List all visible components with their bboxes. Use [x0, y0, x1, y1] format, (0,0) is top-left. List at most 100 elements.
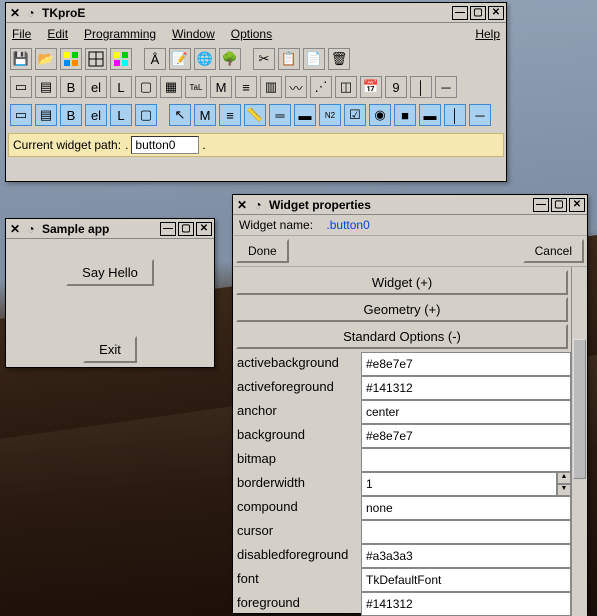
prop-input[interactable] [361, 568, 571, 592]
done-button[interactable]: Done [236, 239, 289, 263]
prop-input[interactable] [361, 496, 571, 520]
open-icon[interactable]: 📂 [35, 48, 57, 70]
widget-name-bar: Widget name: .button0 [233, 215, 587, 236]
prop-input[interactable] [361, 544, 571, 568]
widget-l-icon[interactable]: L [110, 76, 132, 98]
prop-input[interactable] [361, 520, 571, 544]
sel-stop-icon[interactable]: ■ [394, 104, 416, 126]
sel-ruler-icon[interactable]: 📏 [244, 104, 266, 126]
cancel-button[interactable]: Cancel [523, 239, 584, 263]
sel-arrow-icon[interactable]: ↖ [169, 104, 191, 126]
scrollbar[interactable] [571, 267, 587, 616]
widget-el-icon[interactable]: el [85, 76, 107, 98]
widget-m-icon[interactable]: M [210, 76, 232, 98]
widget-hslider-icon[interactable]: ─ [435, 76, 457, 98]
menu-help[interactable]: Help [475, 27, 500, 41]
widget-vslider-icon[interactable]: │ [410, 76, 432, 98]
close-button[interactable]: ✕ [488, 6, 504, 20]
menu-programming[interactable]: Programming [84, 27, 156, 41]
prop-input[interactable] [361, 352, 571, 376]
maximize-button[interactable]: ▢ [551, 198, 567, 212]
compass-icon[interactable]: Å [144, 48, 166, 70]
sel-el-icon[interactable]: el [85, 104, 107, 126]
menu-edit[interactable]: Edit [47, 27, 68, 41]
paste-icon[interactable]: 📄 [303, 48, 325, 70]
grid1-icon[interactable] [60, 48, 82, 70]
minimize-button[interactable]: — [533, 198, 549, 212]
titlebar[interactable]: ✕ ◔ TKproE — ▢ ✕ [6, 3, 506, 23]
titlebar[interactable]: ✕ ◔ Widget properties — ▢ ✕ [233, 195, 587, 215]
widget-sel-icon[interactable]: ▦ [160, 76, 182, 98]
minimize-button[interactable]: — [452, 6, 468, 20]
section-geometry[interactable]: Geometry (+) [236, 297, 568, 322]
tree-icon[interactable]: 🌳 [219, 48, 241, 70]
sel-frame-icon[interactable]: ▭ [10, 104, 32, 126]
sel-slider-icon[interactable]: ▬ [294, 104, 316, 126]
widget-list-icon[interactable]: ≡ [235, 76, 257, 98]
widget-diag-icon[interactable]: ⋰ [310, 76, 332, 98]
sample-body: Say Hello Exit [6, 239, 214, 383]
sel-prog-icon[interactable]: ▬ [419, 104, 441, 126]
delete-icon[interactable]: 🗑 [328, 48, 350, 70]
sel-num-icon[interactable]: N2 [319, 104, 341, 126]
minimize-button[interactable]: — [160, 222, 176, 236]
sel-list-icon[interactable]: ≡ [219, 104, 241, 126]
prop-input[interactable] [361, 424, 571, 448]
widget-b-icon[interactable]: B [60, 76, 82, 98]
exit-button[interactable]: Exit [83, 336, 137, 363]
widget-frame-icon[interactable]: ▭ [10, 76, 32, 98]
close-button[interactable]: ✕ [196, 222, 212, 236]
widget-panel-icon[interactable]: ▤ [35, 76, 57, 98]
prop-row: activeforeground [233, 376, 571, 400]
path-suffix: . [202, 138, 205, 152]
sel-box-icon[interactable]: ▢ [135, 104, 157, 126]
widget-bars-icon[interactable]: ▥ [260, 76, 282, 98]
prop-input[interactable] [361, 592, 571, 616]
cut-icon[interactable]: ✂ [253, 48, 275, 70]
save-icon[interactable]: 💾 [10, 48, 32, 70]
widget-wave-icon[interactable]: 〰 [285, 76, 307, 98]
sel-hsep-icon[interactable]: ─ [469, 104, 491, 126]
widget-name-link[interactable]: .button0 [326, 218, 369, 232]
prop-row: disabledforeground [233, 544, 571, 568]
menu-file[interactable]: File [12, 27, 31, 41]
close-button[interactable]: ✕ [569, 198, 585, 212]
section-standard-options[interactable]: Standard Options (-) [236, 324, 568, 349]
maximize-button[interactable]: ▢ [178, 222, 194, 236]
widget-box-icon[interactable]: ▢ [135, 76, 157, 98]
sel-b-icon[interactable]: B [60, 104, 82, 126]
sel-check-icon[interactable]: ☑ [344, 104, 366, 126]
section-widget[interactable]: Widget (+) [236, 270, 568, 295]
grid2-icon[interactable] [85, 48, 107, 70]
sel-radio-icon[interactable]: ◉ [369, 104, 391, 126]
spinner-up-icon[interactable]: ▲ [557, 472, 571, 484]
widget-9-icon[interactable]: 9 [385, 76, 407, 98]
widget-cal-icon[interactable]: 📅 [360, 76, 382, 98]
spinner-down-icon[interactable]: ▼ [557, 484, 571, 496]
edit-icon[interactable]: 📝 [169, 48, 191, 70]
maximize-button[interactable]: ▢ [470, 6, 486, 20]
prop-input[interactable] [361, 376, 571, 400]
menu-options[interactable]: Options [231, 27, 272, 41]
menu-window[interactable]: Window [172, 27, 215, 41]
sel-l-icon[interactable]: L [110, 104, 132, 126]
sel-m-icon[interactable]: M [194, 104, 216, 126]
path-input[interactable] [131, 136, 199, 154]
say-hello-button[interactable]: Say Hello [66, 259, 154, 286]
prop-row: borderwidth▲▼ [233, 472, 571, 496]
prop-input[interactable] [361, 400, 571, 424]
grid3-icon[interactable] [110, 48, 132, 70]
prop-row: foreground [233, 592, 571, 616]
sel-panel-icon[interactable]: ▤ [35, 104, 57, 126]
sel-vsep-icon[interactable]: │ [444, 104, 466, 126]
scrollbar-thumb[interactable] [573, 339, 586, 479]
widget-panes-icon[interactable]: ◫ [335, 76, 357, 98]
widget-tal-icon[interactable]: TaL [185, 76, 207, 98]
path-label: Current widget path: [13, 138, 121, 152]
prop-input[interactable] [361, 472, 557, 496]
prop-input[interactable] [361, 448, 571, 472]
globe-icon[interactable]: 🌐 [194, 48, 216, 70]
titlebar[interactable]: ✕ ◔ Sample app — ▢ ✕ [6, 219, 214, 239]
copy-icon[interactable]: 📋 [278, 48, 300, 70]
sel-scale-icon[interactable]: ═ [269, 104, 291, 126]
